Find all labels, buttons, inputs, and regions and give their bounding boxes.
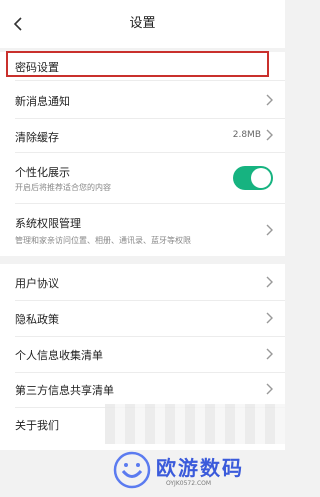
personalized-toggle[interactable] (233, 166, 273, 190)
highlight-box (6, 51, 269, 77)
chevron-right-icon (266, 348, 273, 360)
smile-logo-icon (113, 451, 151, 489)
row-system-permission[interactable]: 系统权限管理 管理和家亲访问位置、相册、通讯录、蓝牙等权限 (0, 204, 285, 256)
chevron-right-icon (266, 312, 273, 324)
chevron-right-icon (266, 224, 273, 236)
section-gap (0, 256, 285, 264)
row-description: 管理和家亲访问位置、相册、通讯录、蓝牙等权限 (15, 236, 191, 245)
row-clear-cache[interactable]: 清除缓存 2.8MB (0, 119, 285, 152)
chevron-right-icon (266, 383, 273, 395)
chevron-right-icon (266, 129, 273, 141)
chevron-right-icon (266, 94, 273, 106)
row-label: 第三方信息共享清单 (15, 384, 114, 397)
toggle-knob (251, 168, 271, 188)
watermark-url: OYJK0572.COM (166, 480, 212, 487)
row-label: 系统权限管理 (15, 217, 81, 230)
row-description: 开启后将推荐适合您的内容 (15, 183, 111, 192)
row-personal-info-collection[interactable]: 个人信息收集清单 (0, 337, 285, 372)
top-bar: 设置 (0, 0, 285, 48)
row-user-agreement[interactable]: 用户协议 (0, 264, 285, 300)
chevron-right-icon (266, 276, 273, 288)
cache-size-value: 2.8MB (232, 130, 261, 140)
row-label: 个性化展示 (15, 166, 70, 179)
row-label: 新消息通知 (15, 95, 70, 108)
blurred-area (105, 404, 285, 444)
page-title: 设置 (129, 16, 156, 31)
row-label: 用户协议 (15, 277, 59, 290)
row-new-message-notification[interactable]: 新消息通知 (0, 82, 285, 118)
row-third-party-sharing[interactable]: 第三方信息共享清单 (0, 373, 285, 407)
divider (15, 80, 285, 81)
watermark: 欧游数码 OYJK0572.COM (106, 446, 284, 494)
row-privacy-policy[interactable]: 隐私政策 (0, 301, 285, 336)
row-label: 关于我们 (15, 419, 59, 432)
row-personalized-display: 个性化展示 开启后将推荐适合您的内容 (0, 153, 285, 203)
row-label: 清除缓存 (15, 131, 59, 144)
row-label: 隐私政策 (15, 313, 59, 326)
watermark-text: 欧游数码 (156, 456, 244, 480)
row-label: 个人信息收集清单 (15, 349, 103, 362)
